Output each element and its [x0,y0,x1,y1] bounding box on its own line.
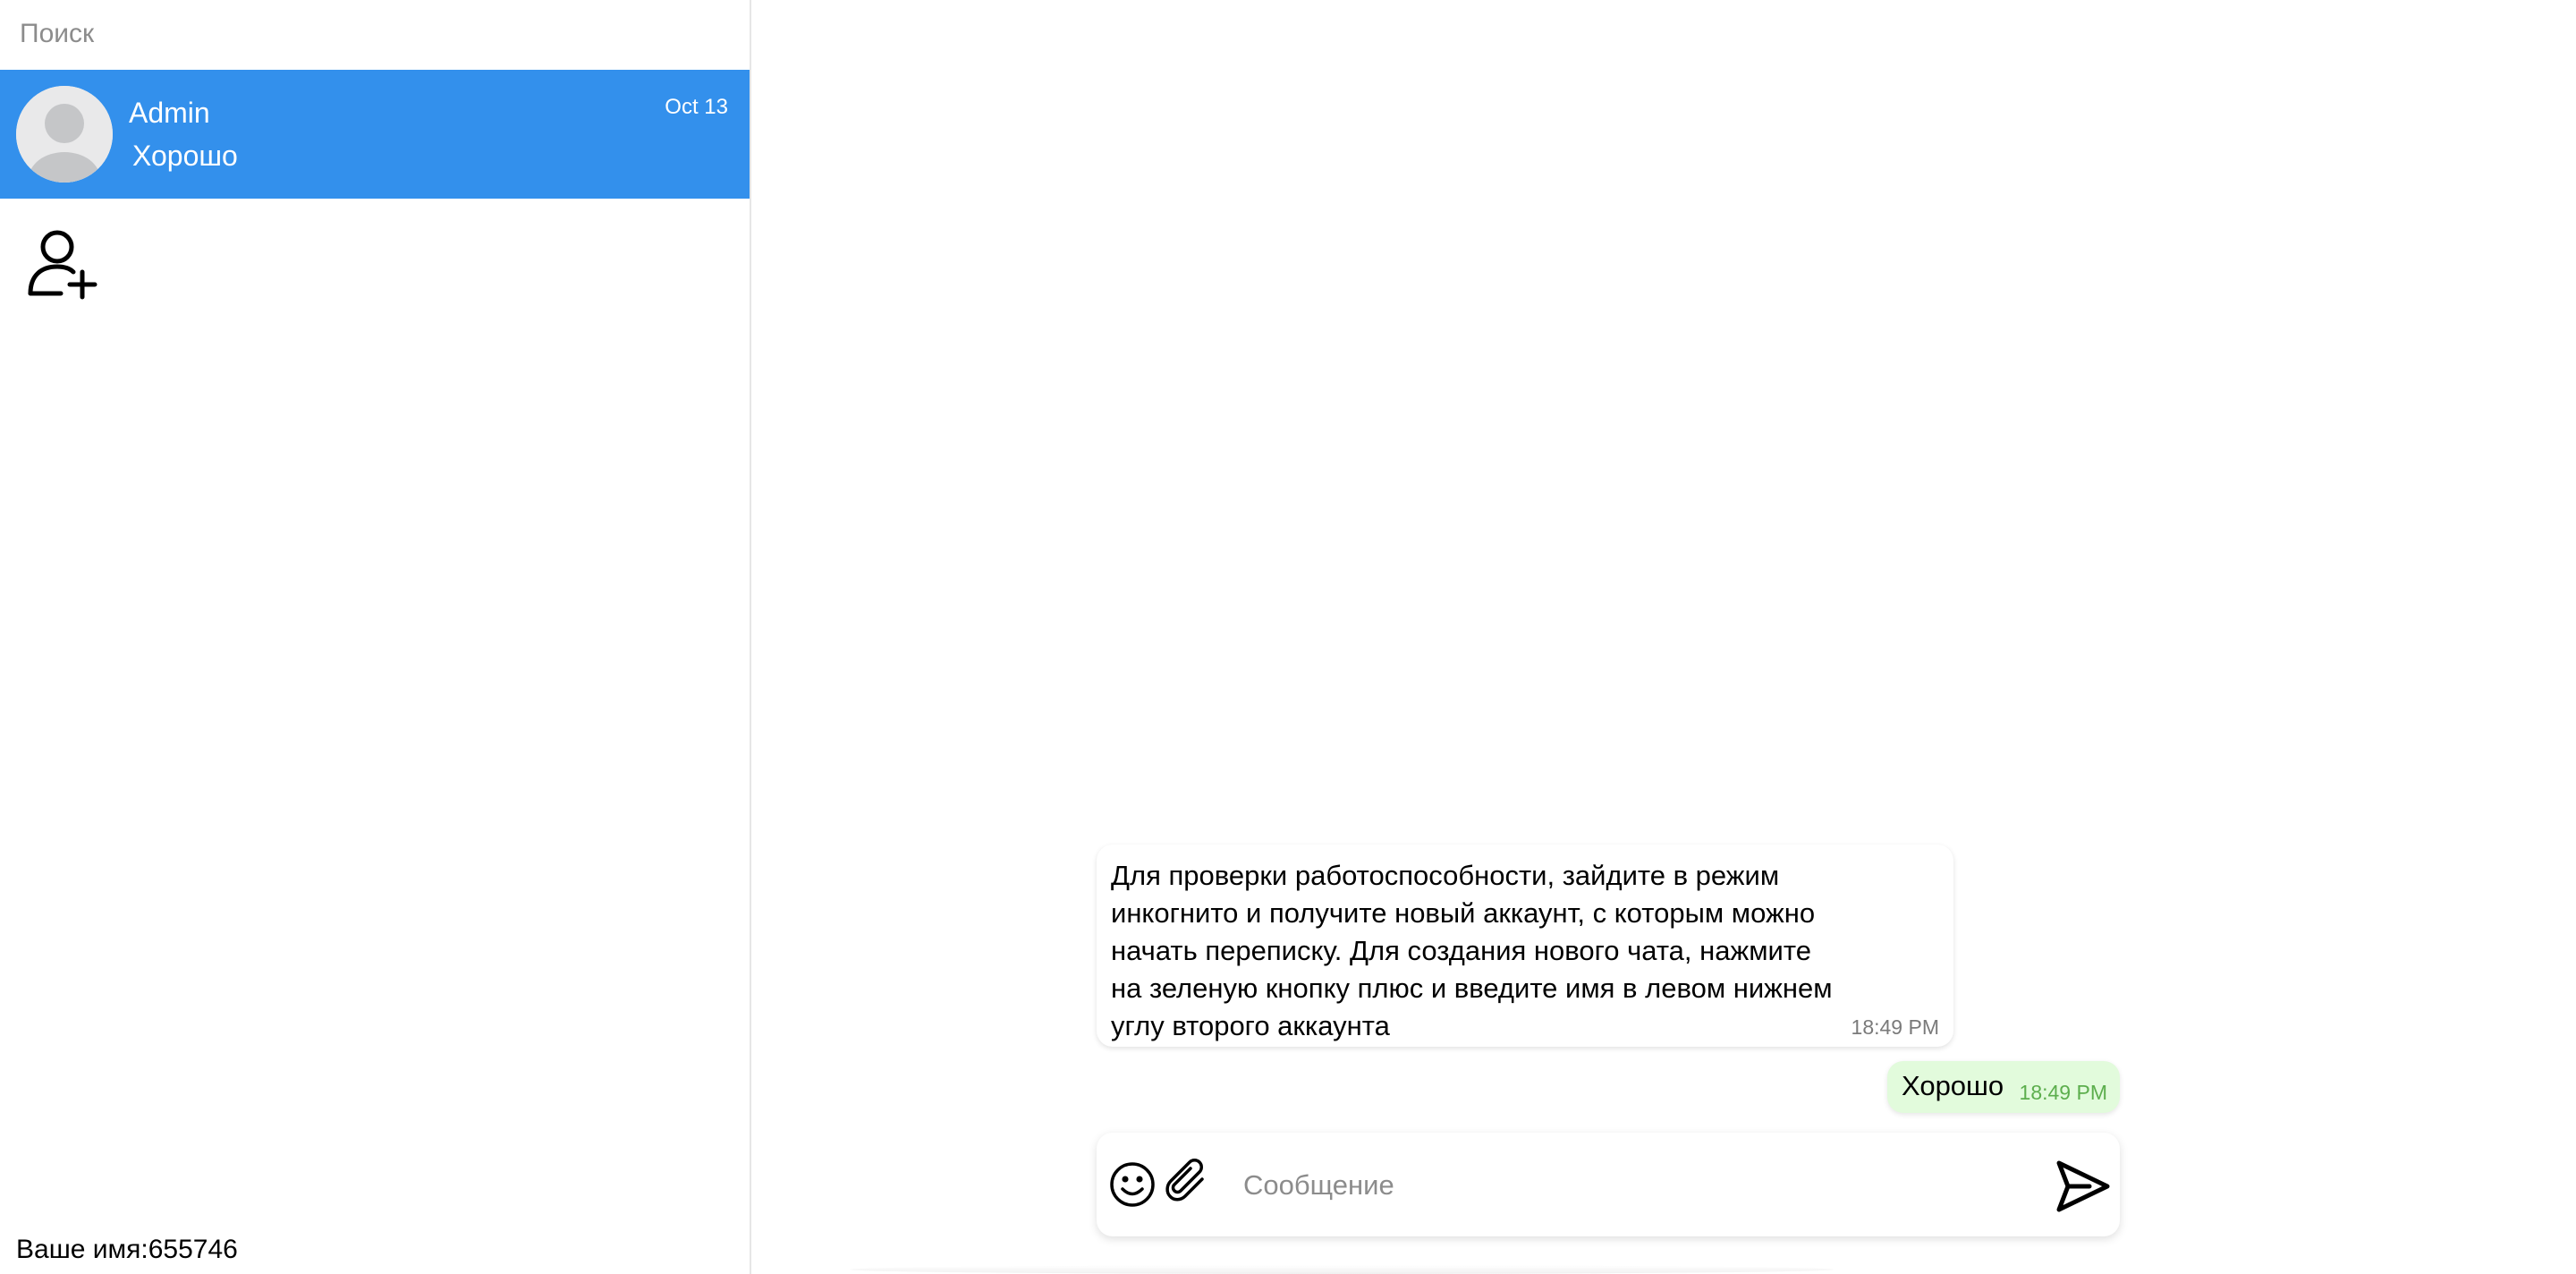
default-avatar-icon [16,86,113,183]
message-composer [1097,1133,2120,1236]
message-time: 18:49 PM [2019,1081,2107,1104]
message-time: 18:49 PM [1851,1015,1939,1039]
message-text: Хорошо [1902,1070,2004,1101]
sidebar: Admin Хорошо Oct 13 Ваше имя:655746 [0,0,751,1274]
your-name-label: Ваше имя:655746 [16,1235,238,1264]
chat-last-message: Хорошо [132,140,238,172]
incoming-message: Для проверки работоспособности, зайдите … [1097,845,1953,1047]
paperclip-icon[interactable] [1163,1158,1215,1210]
chat-name: Admin [129,97,210,129]
smile-icon[interactable] [1107,1159,1157,1210]
composer-shadow [850,1265,1834,1274]
search-input[interactable] [0,0,750,68]
outgoing-message: Хорошо 18:49 PM [1887,1061,2120,1113]
chat-list-item-admin[interactable]: Admin Хорошо Oct 13 [0,70,750,199]
add-user-icon[interactable] [25,225,100,301]
message-input[interactable] [1241,1158,1961,1213]
send-icon[interactable] [2054,1158,2111,1215]
message-text: Для проверки работоспособности, зайдите … [1111,860,1833,1041]
chat-date: Oct 13 [665,95,728,119]
